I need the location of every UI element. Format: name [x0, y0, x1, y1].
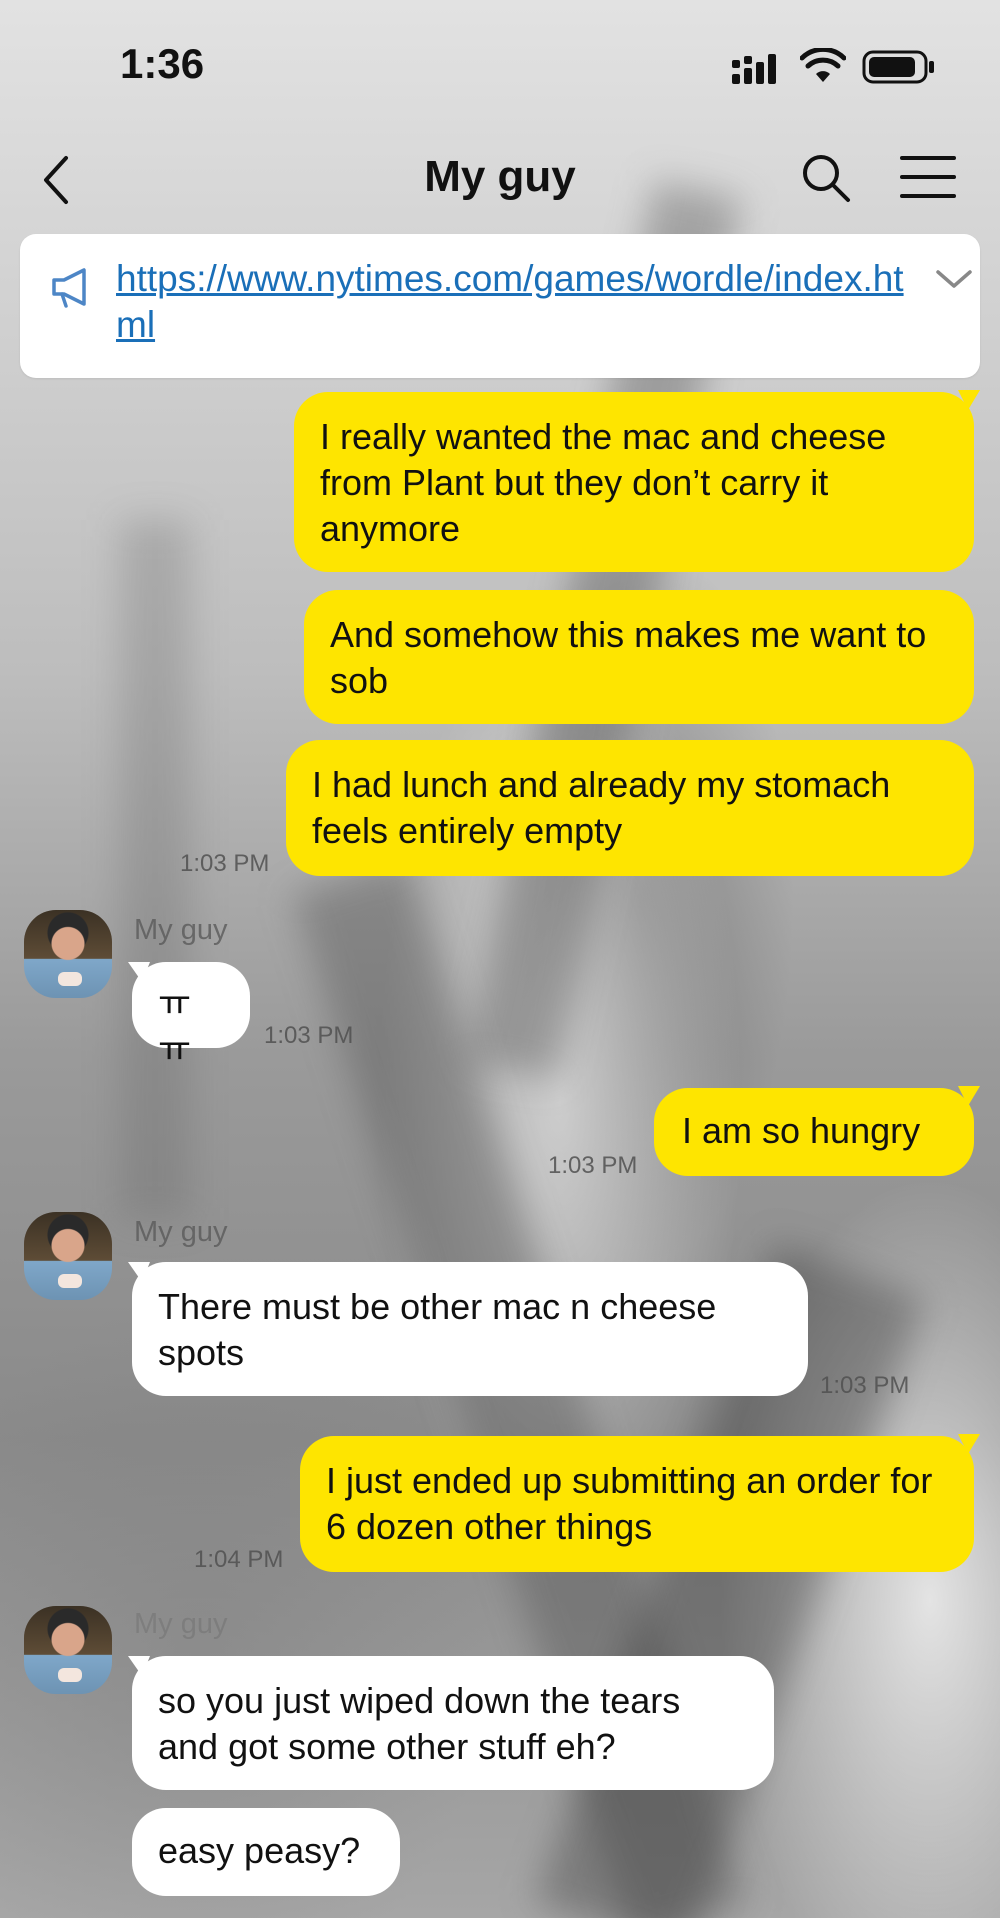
status-time: 1:36	[120, 40, 205, 87]
sender-name: My guy	[134, 914, 228, 946]
chat-header: My guy	[0, 140, 1000, 230]
my-message-bubble[interactable]: And somehow this makes me want to sob	[304, 590, 974, 724]
message-text: I had lunch and already my stomach feels…	[312, 764, 891, 851]
avatar[interactable]	[24, 910, 112, 998]
message-text: And somehow this makes me want to sob	[330, 614, 927, 701]
sender-name: My guy	[134, 1216, 228, 1248]
message-time: 1:03 PM	[548, 1152, 638, 1179]
wifi-icon	[800, 48, 846, 82]
chevron-down-icon[interactable]	[934, 264, 974, 294]
message-text: ㅠㅠ	[158, 982, 192, 1069]
bubble-tail	[128, 1656, 150, 1676]
avatar[interactable]	[24, 1212, 112, 1300]
bubble-tail	[128, 1262, 150, 1282]
their-message-bubble[interactable]: so you just wiped down the tears and got…	[132, 1656, 774, 1790]
message-text: so you just wiped down the tears and got…	[158, 1680, 681, 1767]
message-time: 1:03 PM	[264, 1022, 354, 1049]
status-bar: 1:36	[0, 0, 1000, 120]
battery-icon	[862, 50, 934, 84]
message-text: I am so hungry	[682, 1110, 921, 1151]
message-text: easy peasy?	[158, 1830, 361, 1871]
message-time: 1:03 PM	[180, 850, 270, 877]
pinned-notice[interactable]: https://www.nytimes.com/games/wordle/ind…	[20, 234, 980, 378]
bubble-tail	[958, 390, 980, 410]
sender-name: My guy	[134, 1608, 228, 1640]
bubble-tail	[958, 1434, 980, 1454]
signal-icon	[732, 54, 776, 84]
bubble-tail	[128, 962, 150, 982]
search-icon[interactable]	[800, 152, 852, 204]
message-text: I just ended up submitting an order for …	[326, 1460, 933, 1547]
megaphone-icon	[52, 268, 86, 308]
menu-icon[interactable]	[900, 154, 956, 200]
message-text: There must be other mac n cheese spots	[158, 1286, 717, 1373]
their-message-bubble[interactable]: easy peasy?	[132, 1808, 400, 1896]
bubble-tail	[958, 1086, 980, 1106]
message-text: I really wanted the mac and cheese from …	[320, 416, 887, 549]
my-message-bubble[interactable]: I had lunch and already my stomach feels…	[286, 740, 974, 876]
my-message-bubble[interactable]: I am so hungry	[654, 1088, 974, 1176]
their-message-bubble[interactable]: There must be other mac n cheese spots	[132, 1262, 808, 1396]
notice-link[interactable]: https://www.nytimes.com/games/wordle/ind…	[116, 256, 916, 348]
message-time: 1:03 PM	[820, 1372, 910, 1399]
message-time: 1:04 PM	[194, 1546, 284, 1573]
avatar[interactable]	[24, 1606, 112, 1694]
my-message-bubble[interactable]: I just ended up submitting an order for …	[300, 1436, 974, 1572]
my-message-bubble[interactable]: I really wanted the mac and cheese from …	[294, 392, 974, 572]
